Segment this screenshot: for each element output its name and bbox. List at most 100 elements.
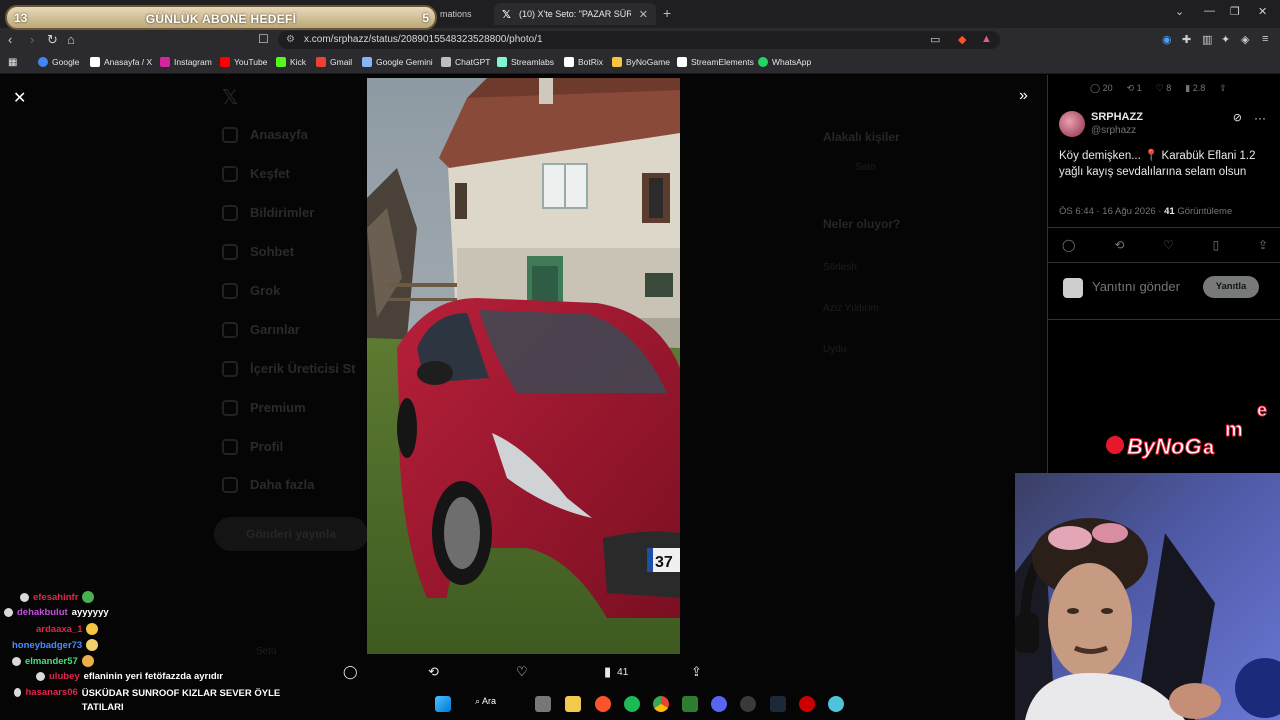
back-button[interactable]: ‹ [8, 32, 12, 47]
tweet-time[interactable]: ÖS 6:44 · 16 Ağu 2026 · [1059, 206, 1161, 217]
reply-input[interactable]: Yanıtını gönder [1092, 279, 1180, 294]
share-icon[interactable]: ⇪ [1258, 238, 1268, 252]
bookmark-whatsapp[interactable]: WhatsApp [758, 57, 811, 67]
maximize-button[interactable]: ❐ [1230, 5, 1240, 18]
bookmark-gemini[interactable]: Google Gemini [362, 57, 433, 67]
tab-search-icon[interactable]: ⌄ [1175, 5, 1184, 18]
views-count: 41 [617, 666, 629, 678]
reply-count[interactable]: ◯ 20 [1090, 83, 1113, 94]
whatsapp-icon [758, 57, 768, 67]
bookmark-instagram[interactable]: Instagram [160, 57, 212, 67]
bookmark-bynogame[interactable]: ByNoGame [612, 57, 670, 67]
bookmark-streamelements[interactable]: StreamElements [677, 57, 754, 67]
reply-icon[interactable]: ◯ [1062, 238, 1075, 252]
cast-icon[interactable]: ▭ [930, 33, 940, 46]
bookmarks-bar: ▦ Google Anasayfa / X Instagram YouTube … [0, 52, 1280, 74]
like-icon[interactable]: ♡ [1163, 238, 1174, 252]
windows-start-icon[interactable] [435, 696, 451, 712]
view-count[interactable]: ▮ 2.8 [1185, 83, 1205, 94]
audio-icon[interactable]: ◉ [1162, 33, 1172, 46]
close-tab-icon[interactable]: ✕ [639, 8, 648, 21]
chrome-icon[interactable] [653, 696, 669, 712]
home-button[interactable]: ⌂ [67, 32, 75, 47]
premium-icon [222, 400, 238, 416]
taskbar-search[interactable]: ⌕ Ara [475, 696, 496, 707]
share-icon[interactable]: ⇪ [1219, 83, 1227, 94]
obs-icon[interactable] [740, 696, 756, 712]
tweet-photo[interactable]: 37 [367, 78, 680, 654]
chat-message: ulubey eflaninin yeri fetöfazzda ayrıdır [36, 671, 223, 682]
terminal-icon[interactable] [682, 696, 698, 712]
bookmark-gmail[interactable]: Gmail [316, 57, 352, 67]
user-badge-icon [12, 656, 21, 666]
leo-icon[interactable]: ✦ [1221, 33, 1230, 46]
bookmark-google[interactable]: Google [38, 57, 79, 67]
repost-icon[interactable]: ⟲ [1114, 238, 1124, 252]
forward-button[interactable]: › [30, 32, 34, 47]
close-window-button[interactable]: ✕ [1258, 5, 1267, 18]
related-user: Seto [855, 162, 876, 173]
file-explorer-icon[interactable] [565, 696, 581, 712]
streamelements-icon [677, 57, 687, 67]
tab-active[interactable]: 𝕏 (10) X'te Seto: "PAZAR SÜRPRİZ ✕ [494, 3, 656, 25]
bookmark-x[interactable]: Anasayfa / X [90, 57, 152, 67]
bookmark-botrix[interactable]: BotRix [564, 57, 603, 67]
steam-icon[interactable] [770, 696, 786, 712]
task-view-icon[interactable] [535, 696, 551, 712]
vpn-icon[interactable]: ◈ [1241, 33, 1249, 46]
site-info-icon[interactable]: ⚙ [286, 34, 295, 45]
reload-button[interactable]: ↻ [47, 32, 58, 48]
share-icon[interactable]: ⇪ [691, 664, 702, 680]
related-people-heading: Alakalı kişiler [823, 130, 900, 144]
bookmark-icon[interactable]: ▯ [1213, 238, 1220, 252]
author-name[interactable]: SRPHAZZ [1091, 111, 1143, 123]
sidebar-icon[interactable]: ▥ [1202, 33, 1212, 46]
chat-message: hasanars06 ÜSKÜDAR SUNROOF KIZLAR SEVER … [14, 687, 284, 715]
brave-shield-icon[interactable]: ◆ [958, 33, 966, 46]
nav-explore: Keşfet [250, 166, 290, 181]
like-count[interactable]: ♡ 8 [1156, 83, 1172, 94]
nav-chat: Sohbet [250, 244, 295, 259]
app-icon[interactable] [828, 696, 844, 712]
more-options-icon[interactable]: ··· [1254, 111, 1266, 125]
discord-icon[interactable] [711, 696, 727, 712]
brave-icon[interactable] [595, 696, 611, 712]
avatar[interactable] [1059, 111, 1085, 137]
trend-item: Sörlesh [823, 262, 857, 273]
repost-icon[interactable]: ⟲ [428, 664, 439, 680]
bookmark-kick[interactable]: Kick [276, 57, 306, 67]
extensions-icon[interactable]: ✚ [1182, 33, 1191, 46]
reply-icon[interactable]: ◯ [343, 664, 358, 680]
grok-icon[interactable]: ⊘ [1233, 111, 1242, 124]
youtube-music-icon[interactable] [799, 696, 815, 712]
bookmark-streamlabs[interactable]: Streamlabs [497, 57, 554, 67]
goal-label: GÜNLÜK ABONE HEDEFİ [145, 12, 297, 26]
bookmark-chatgpt[interactable]: ChatGPT [441, 57, 490, 67]
new-tab-button[interactable]: + [663, 5, 671, 21]
repost-count[interactable]: ⟲ 1 [1127, 83, 1142, 94]
rewards-icon[interactable]: ▲ [981, 33, 992, 45]
menu-icon[interactable]: ≡ [1262, 33, 1268, 45]
minimize-button[interactable]: — [1204, 5, 1215, 17]
spotify-icon[interactable] [624, 696, 640, 712]
expand-panel-button[interactable]: » [1019, 87, 1028, 105]
emote-icon [81, 655, 94, 667]
tab-previous[interactable]: mations [432, 3, 480, 25]
bookmark-icon[interactable]: ☐ [258, 32, 269, 46]
close-photo-button[interactable]: ✕ [13, 88, 26, 108]
author-handle[interactable]: @srphazz [1091, 125, 1136, 136]
webcam-feed [1015, 473, 1280, 720]
user-badge-icon [14, 688, 22, 697]
svg-text:e: e [1257, 400, 1267, 420]
url-bar[interactable]: ⚙ x.com/srphazz/status/20890155483235288… [278, 31, 1000, 49]
chat-message: honeybadger73 [12, 639, 99, 651]
views-button[interactable]: ▮ 41 [604, 664, 628, 680]
like-icon[interactable]: ♡ [516, 664, 528, 680]
tweet-text: Köy demişken... 📍 Karabük Eflani 1.2 yağ… [1059, 150, 1256, 178]
bookmark-youtube[interactable]: YouTube [220, 57, 267, 67]
svg-text:a: a [1203, 437, 1215, 459]
apps-icon[interactable]: ▦ [8, 57, 17, 68]
reply-button[interactable]: Yanıtla [1203, 276, 1259, 298]
instagram-icon [160, 57, 170, 67]
grok-icon [222, 283, 238, 299]
